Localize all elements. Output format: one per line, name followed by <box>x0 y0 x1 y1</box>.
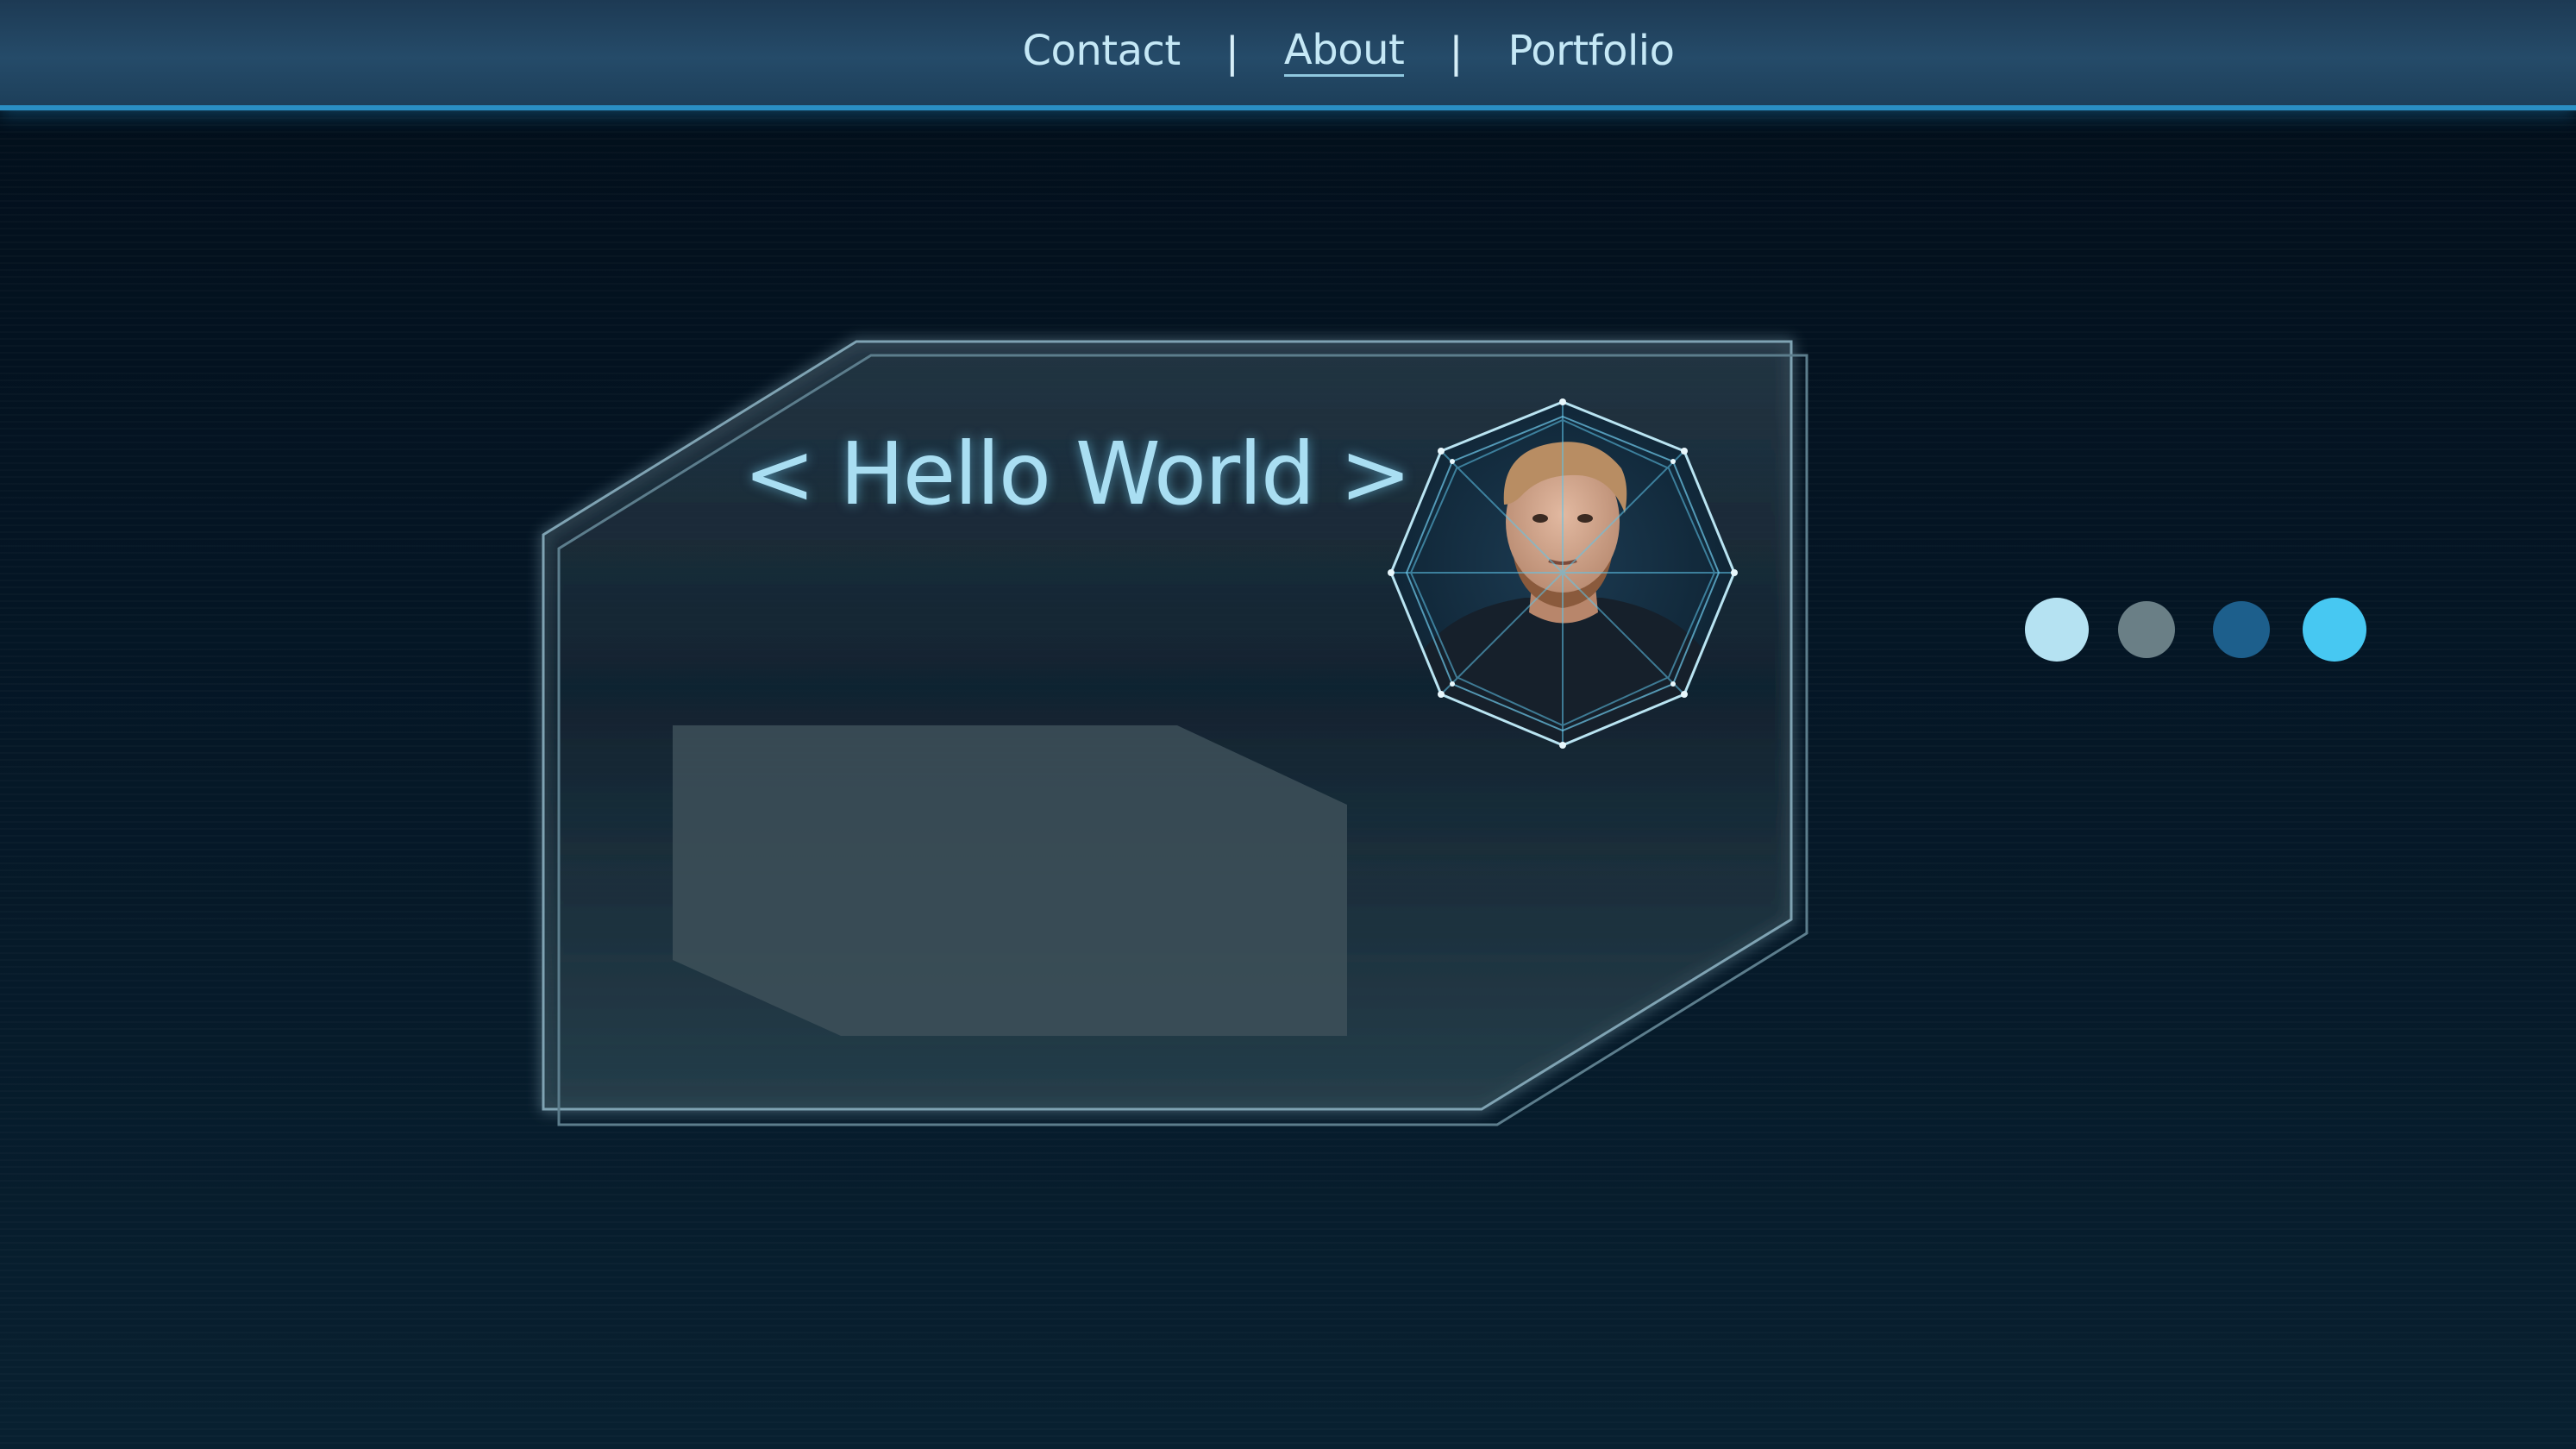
nav-link-contact[interactable]: Contact <box>1023 30 1181 75</box>
profile-photo-icon <box>1388 398 1738 749</box>
avatar <box>1352 375 1766 789</box>
nav-separator: | <box>1449 28 1463 77</box>
color-dot-gray[interactable] <box>2118 601 2175 658</box>
theme-dots <box>2025 598 2366 662</box>
color-dot-cyan[interactable] <box>2303 598 2366 662</box>
hello-heading: < Hello World > <box>743 423 1412 524</box>
nav-separator: | <box>1225 28 1239 77</box>
top-navbar: Contact | About | Portfolio <box>0 0 2576 110</box>
content-panel <box>673 725 1347 1036</box>
nav-link-portfolio[interactable]: Portfolio <box>1508 30 1675 75</box>
nav-link-about[interactable]: About <box>1283 29 1405 77</box>
color-dot-dark-blue[interactable] <box>2213 601 2270 658</box>
page: Contact | About | Portfolio < Hello Worl… <box>0 0 2576 1449</box>
nav-links: Contact | About | Portfolio <box>0 0 2576 105</box>
color-dot-light-blue[interactable] <box>2025 598 2089 662</box>
